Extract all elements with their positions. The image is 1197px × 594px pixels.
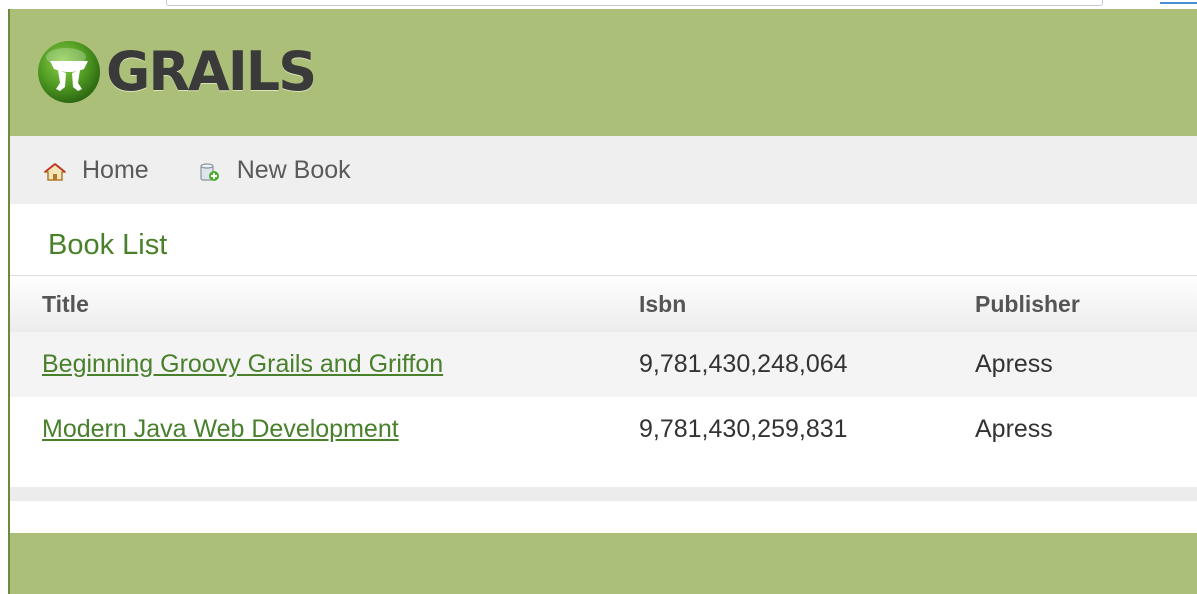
table-row: Beginning Groovy Grails and Griffon 9,78… — [10, 332, 1197, 397]
column-header-publisher[interactable]: Publisher — [975, 291, 1080, 318]
column-header-isbn[interactable]: Isbn — [639, 291, 686, 318]
grails-cup-icon — [38, 41, 100, 103]
book-title-link[interactable]: Beginning Groovy Grails and Griffon — [42, 350, 443, 379]
column-header-title[interactable]: Title — [42, 291, 89, 318]
table-row: Modern Java Web Development 9,781,430,25… — [10, 397, 1197, 462]
nav-bar: Home New Book — [10, 136, 1197, 204]
logo-text: GRAILS — [106, 40, 317, 103]
browser-edge-marker — [1160, 2, 1197, 4]
nav-home-label: Home — [82, 155, 149, 184]
browser-top-strip — [0, 0, 1197, 9]
home-icon — [42, 160, 68, 181]
page-title: Book List — [48, 229, 168, 261]
grails-logo[interactable]: GRAILS — [36, 37, 317, 107]
book-isbn: 9,781,430,259,831 — [639, 415, 848, 443]
book-isbn: 9,781,430,248,064 — [639, 350, 848, 378]
database-add-icon — [199, 160, 221, 181]
nav-home-link[interactable]: Home — [42, 155, 149, 185]
address-bar[interactable] — [166, 0, 1103, 6]
book-publisher: Apress — [975, 350, 1053, 378]
header-banner: GRAILS — [10, 9, 1197, 136]
page-frame: GRAILS Home New Book Book List Title Isb… — [8, 9, 1197, 594]
nav-new-book-link[interactable]: New Book — [199, 156, 351, 185]
book-publisher: Apress — [975, 415, 1053, 443]
book-table: Title Isbn Publisher Beginning Groovy Gr… — [10, 275, 1197, 462]
table-header-row: Title Isbn Publisher — [10, 275, 1197, 332]
pagination-bar — [10, 487, 1197, 501]
footer-bar — [10, 533, 1197, 594]
book-title-link[interactable]: Modern Java Web Development — [42, 415, 399, 444]
nav-new-book-label: New Book — [236, 155, 351, 184]
